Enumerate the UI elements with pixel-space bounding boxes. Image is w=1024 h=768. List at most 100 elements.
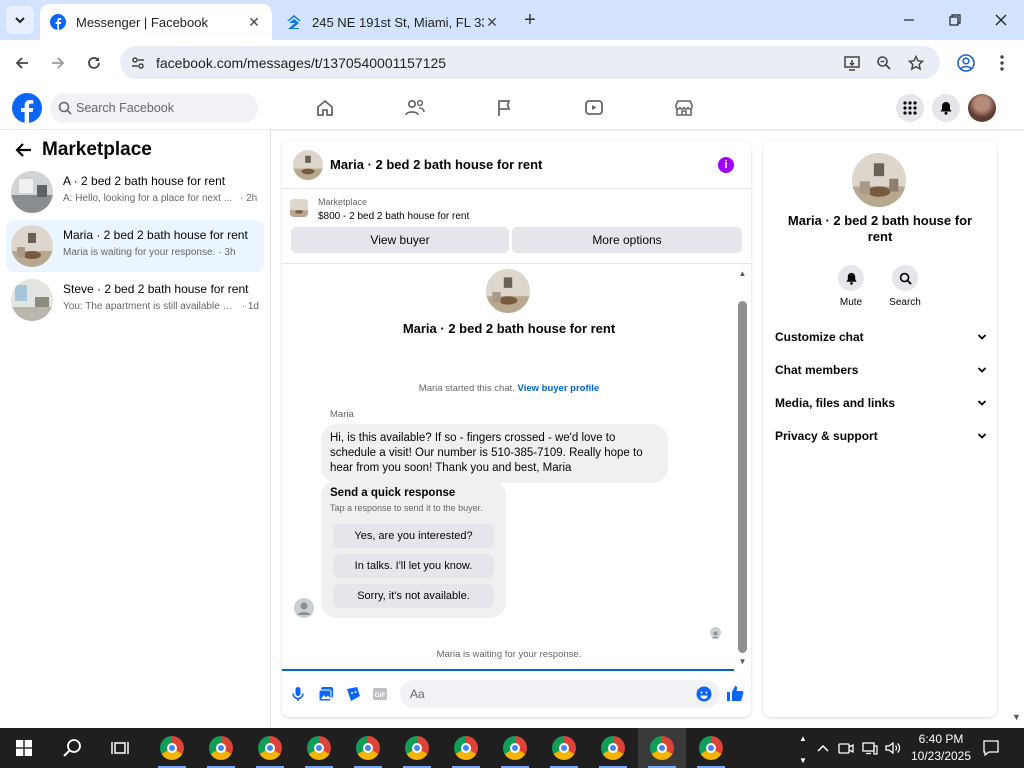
- message-thread[interactable]: ▲ ▼ Maria · 2 bed 2 bath house for rent …: [282, 265, 751, 669]
- bookmark-star-icon[interactable]: [906, 53, 926, 73]
- taskbar-chrome-11-active[interactable]: [638, 728, 686, 768]
- taskbar-chrome-4[interactable]: [295, 728, 343, 768]
- conversation-item[interactable]: A · 2 bed 2 bath house for rent A: Hello…: [6, 166, 264, 218]
- address-bar[interactable]: facebook.com/messages/t/1370540001157125: [120, 46, 940, 79]
- section-media-files-links[interactable]: Media, files and links: [775, 391, 987, 415]
- minimize-button[interactable]: [886, 0, 932, 40]
- taskbar-chrome-10[interactable]: [589, 728, 637, 768]
- system-clock[interactable]: 6:40 PM 10/23/2025: [910, 731, 972, 765]
- install-app-icon[interactable]: [842, 53, 862, 73]
- search-icon: [58, 101, 72, 115]
- profile-button[interactable]: [952, 49, 980, 77]
- taskbar-chrome-5[interactable]: [344, 728, 392, 768]
- browser-menu-button[interactable]: [988, 49, 1016, 77]
- volume-icon[interactable]: [885, 740, 901, 756]
- taskbar-chrome-3[interactable]: [246, 728, 294, 768]
- conversation-item-selected[interactable]: Maria · 2 bed 2 bath house for rent Mari…: [6, 220, 264, 272]
- nav-video[interactable]: [582, 96, 606, 120]
- zoom-icon[interactable]: [874, 53, 894, 73]
- section-chat-members[interactable]: Chat members: [775, 358, 987, 382]
- section-privacy-support[interactable]: Privacy & support: [775, 424, 987, 448]
- scroll-up-arrow[interactable]: ▲: [737, 268, 748, 278]
- listing-thumbnail[interactable]: [290, 199, 308, 217]
- quick-response-subtitle: Tap a response to send it to the buyer.: [330, 503, 483, 513]
- more-options-button[interactable]: More options: [512, 227, 742, 253]
- home-icon: [317, 99, 333, 116]
- emoji-icon[interactable]: [696, 686, 712, 702]
- section-customize-chat[interactable]: Customize chat: [775, 325, 987, 349]
- nav-marketplace[interactable]: [672, 96, 696, 120]
- preview-text: Maria is waiting for your response.: [63, 247, 216, 258]
- chat-title[interactable]: Maria · 2 bed 2 bath house for rent: [330, 157, 542, 172]
- task-view-button[interactable]: [96, 728, 144, 768]
- message-input[interactable]: [400, 680, 720, 708]
- nav-friends[interactable]: [403, 96, 427, 120]
- quick-reply-not-available[interactable]: Sorry, it's not available.: [333, 584, 494, 608]
- nav-home[interactable]: [313, 96, 337, 120]
- tab-zillow[interactable]: 245 NE 191st St, Miami, FL 3317 ✕: [276, 4, 510, 40]
- close-window-button[interactable]: [978, 0, 1024, 40]
- conversation-item[interactable]: Steve · 2 bed 2 bath house for rent You:…: [6, 274, 264, 326]
- chat-avatar[interactable]: [293, 150, 323, 180]
- show-hidden-icons-chevron-up-icon[interactable]: [815, 740, 831, 756]
- page-scroll-down-arrow[interactable]: ▼: [1012, 712, 1021, 722]
- chrome-icon: [405, 736, 429, 760]
- camera-icon[interactable]: [838, 740, 854, 756]
- back-button[interactable]: [8, 49, 36, 77]
- taskbar-chrome-1[interactable]: [148, 728, 196, 768]
- search-action[interactable]: Search: [880, 265, 930, 308]
- forward-button[interactable]: [44, 49, 72, 77]
- view-buyer-profile-link[interactable]: View buyer profile: [518, 383, 600, 394]
- tab-messenger[interactable]: Messenger | Facebook ✕: [40, 4, 272, 40]
- scrollbar-thumb[interactable]: [738, 301, 747, 653]
- taskbar-chrome-2[interactable]: [197, 728, 245, 768]
- arrow-left-icon[interactable]: [14, 140, 34, 160]
- search-button[interactable]: [892, 265, 918, 291]
- taskbar-chrome-8[interactable]: [491, 728, 539, 768]
- sticker-icon[interactable]: [345, 686, 361, 702]
- close-icon: [995, 14, 1007, 26]
- preview-text: A: Hello, looking for a place for next .…: [63, 193, 232, 204]
- search-icon: [63, 739, 81, 757]
- tab-search-button[interactable]: [6, 6, 34, 34]
- taskbar-chrome-12[interactable]: [687, 728, 735, 768]
- facebook-search[interactable]: Search Facebook: [50, 93, 258, 123]
- conversation-preview: Maria is waiting for your response. · 3h: [63, 247, 259, 258]
- chrome-icon: [503, 736, 527, 760]
- taskbar-search-button[interactable]: [48, 728, 96, 768]
- taskbar-scroll-up-icon[interactable]: ▲: [795, 730, 811, 746]
- reload-button[interactable]: [80, 49, 108, 77]
- gif-icon[interactable]: GIF: [372, 686, 388, 702]
- mute-button[interactable]: [838, 265, 864, 291]
- tab-title: 245 NE 191st St, Miami, FL 3317: [312, 14, 484, 30]
- notification-center-icon[interactable]: [982, 739, 1000, 757]
- quick-reply-yes[interactable]: Yes, are you interested?: [333, 524, 494, 548]
- taskbar-chrome-6[interactable]: [393, 728, 441, 768]
- new-tab-button[interactable]: +: [518, 8, 542, 32]
- profile-icon: [957, 54, 975, 72]
- view-buyer-button[interactable]: View buyer: [291, 227, 509, 253]
- taskbar-scroll-down-icon[interactable]: ▼: [795, 752, 811, 768]
- mute-action[interactable]: Mute: [826, 265, 876, 308]
- photo-icon[interactable]: [318, 686, 334, 702]
- account-avatar[interactable]: [968, 94, 996, 122]
- notifications-button[interactable]: [932, 94, 960, 122]
- restore-button[interactable]: [932, 0, 978, 40]
- network-icon[interactable]: [862, 740, 878, 756]
- thumbs-up-icon[interactable]: [726, 684, 744, 702]
- info-icon[interactable]: i: [718, 157, 734, 173]
- close-tab-icon[interactable]: ✕: [246, 14, 262, 30]
- facebook-logo-icon[interactable]: [12, 93, 42, 123]
- start-button[interactable]: [0, 728, 48, 768]
- chrome-icon: [356, 736, 380, 760]
- microphone-icon[interactable]: [290, 686, 306, 702]
- scroll-down-arrow[interactable]: ▼: [737, 656, 748, 666]
- taskbar-chrome-9[interactable]: [540, 728, 588, 768]
- tab-title: Messenger | Facebook: [76, 14, 208, 30]
- taskbar-chrome-7[interactable]: [442, 728, 490, 768]
- site-info-icon[interactable]: [128, 53, 148, 73]
- nav-pages[interactable]: [493, 96, 517, 120]
- menu-button[interactable]: [896, 94, 924, 122]
- quick-reply-in-talks[interactable]: In talks. I'll let you know.: [333, 554, 494, 578]
- close-tab-icon[interactable]: ✕: [484, 14, 500, 30]
